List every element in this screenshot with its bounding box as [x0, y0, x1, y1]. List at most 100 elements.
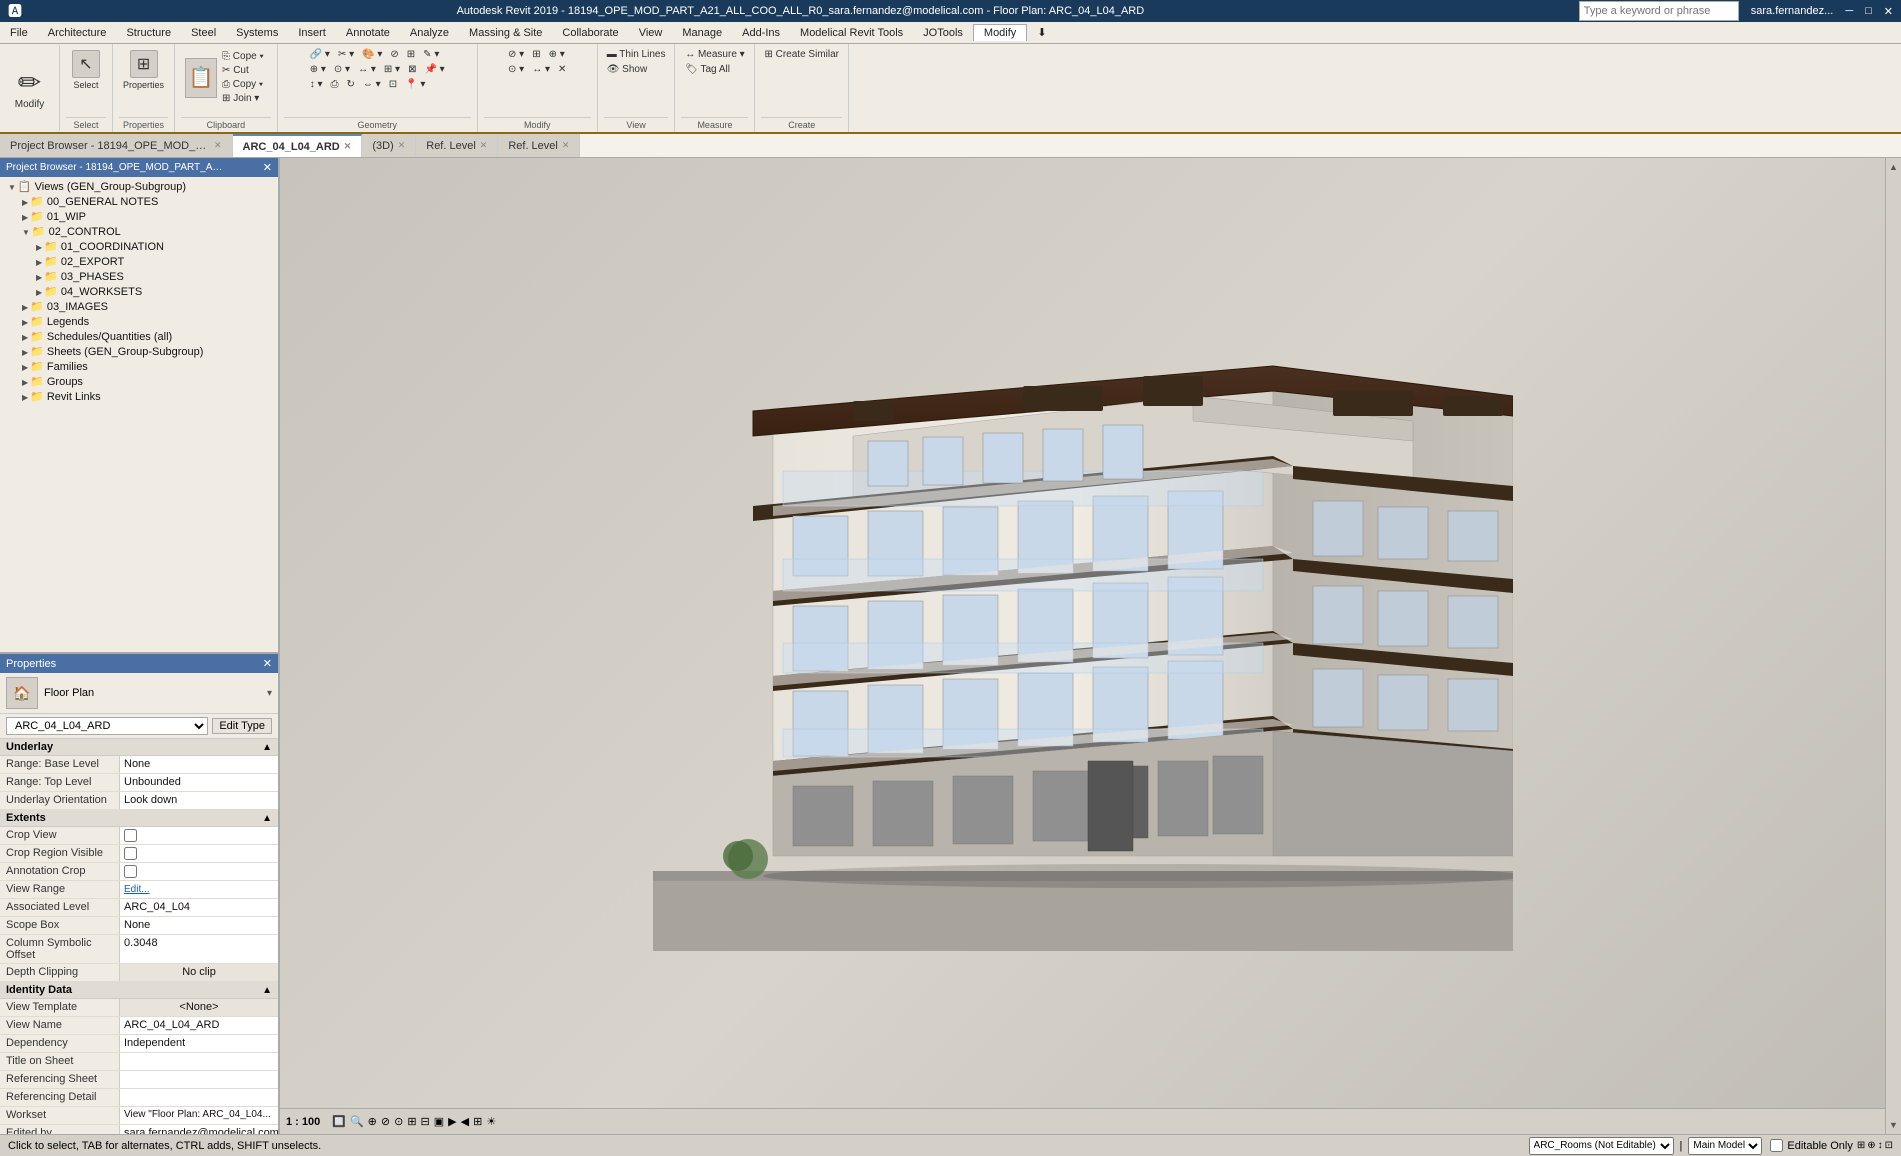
tree-item[interactable]: ▶📁02_EXPORT [0, 254, 278, 269]
tab-close-0[interactable]: ✕ [214, 140, 222, 151]
tab-close-4[interactable]: ✕ [562, 140, 570, 151]
crop-view-checkbox[interactable] [124, 829, 137, 842]
menu-item-massing--site[interactable]: Massing & Site [459, 25, 552, 41]
view-control-5[interactable]: ⊙ [394, 1115, 403, 1128]
trim-btn[interactable]: ⊕ ▾ [307, 63, 329, 76]
viewport[interactable]: 1 : 100 🔲 🔍 ⊕ ⊘ ⊙ ⊞ ⊟ ▣ ▶ ◀ ⊞ ☀ [280, 158, 1885, 1134]
tree-item[interactable]: ▶📁Legends [0, 314, 278, 329]
menu-item-jotools[interactable]: JOTools [913, 25, 973, 41]
split-btn[interactable]: ⊘ ▾ [505, 48, 527, 61]
status-icon-1[interactable]: ⊞ [1857, 1140, 1865, 1151]
tab-arc04[interactable]: ARC_04_L04_ARD ✕ [233, 134, 363, 157]
rotate-btn[interactable]: ↻ [344, 78, 358, 91]
tab-ref2[interactable]: Ref. Level ✕ [498, 134, 580, 157]
section-identity[interactable]: Identity Data ▲ [0, 982, 278, 999]
tree-item[interactable]: ▶📁Schedules/Quantities (all) [0, 329, 278, 344]
offset-btn[interactable]: ⊙ ▾ [331, 63, 353, 76]
annotation-crop-checkbox[interactable] [124, 865, 137, 878]
view-control-8[interactable]: ▣ [434, 1115, 444, 1128]
scroll-up-btn[interactable]: ▲ [1887, 160, 1900, 174]
view-control-6[interactable]: ⊞ [407, 1115, 416, 1128]
menu-item-annotate[interactable]: Annotate [336, 25, 400, 41]
editable-only-checkbox[interactable] [1770, 1139, 1783, 1152]
search-input[interactable] [1579, 1, 1739, 21]
view-control-7[interactable]: ⊟ [421, 1115, 430, 1128]
type-dropdown[interactable]: ▾ [267, 688, 272, 699]
tree-item[interactable]: ▶📁Revit Links [0, 389, 278, 404]
tree-item[interactable]: ▶📁04_WORKSETS [0, 284, 278, 299]
tree-item[interactable]: ▶📁Sheets (GEN_Group-Subgroup) [0, 344, 278, 359]
minimize-btn[interactable]: ─ [1845, 5, 1853, 17]
menu-item-modelical-revit-tools[interactable]: Modelical Revit Tools [790, 25, 913, 41]
tree-item[interactable]: ▶📁03_IMAGES [0, 299, 278, 314]
split-face-btn[interactable]: ⊘ [387, 48, 401, 61]
tab-ref1[interactable]: Ref. Level ✕ [416, 134, 498, 157]
copy-btn[interactable]: ⎙ Copy ▾ [219, 78, 267, 91]
model-dropdown[interactable]: Main Model [1688, 1137, 1762, 1155]
menu-item-collaborate[interactable]: Collaborate [552, 25, 628, 41]
tab-3d[interactable]: (3D) ✕ [362, 134, 416, 157]
tree-item[interactable]: ▶📁00_GENERAL NOTES [0, 194, 278, 209]
view-control-9[interactable]: ▶ [448, 1115, 456, 1128]
maximize-btn[interactable]: □ [1865, 5, 1872, 17]
status-icon-3[interactable]: ↕ [1878, 1140, 1883, 1151]
cut-btn[interactable]: ✂ Cut [219, 64, 267, 77]
tree-item[interactable]: ▶📁Families [0, 359, 278, 374]
trim2-btn[interactable]: ⊕ ▾ [546, 48, 568, 61]
pin-btn[interactable]: 📌 ▾ [421, 63, 447, 76]
tab-close-2[interactable]: ✕ [398, 140, 406, 151]
scroll-down-btn[interactable]: ▼ [1887, 1118, 1900, 1132]
group-btn[interactable]: ⊡ [386, 78, 400, 91]
menu-item-architecture[interactable]: Architecture [38, 25, 117, 41]
tree-item[interactable]: ▼📋Views (GEN_Group-Subgroup) [0, 179, 278, 194]
array-btn[interactable]: ⊞ ▾ [381, 63, 403, 76]
view-control-10[interactable]: ◀ [461, 1115, 469, 1128]
move-btn[interactable]: ↕ ▾ [307, 78, 326, 91]
tree-item[interactable]: ▶📁01_COORDINATION [0, 239, 278, 254]
tree-item[interactable]: ▶📁03_PHASES [0, 269, 278, 284]
mirror3-btn[interactable]: ↔ ▾ [529, 63, 553, 76]
view-control-1[interactable]: 🔲 [332, 1115, 346, 1128]
join-btn[interactable]: ⊞ Join ▾ [219, 92, 267, 105]
align-btn[interactable]: ⊞ [404, 48, 418, 61]
close-btn[interactable]: ✕ [1884, 5, 1893, 18]
tab-close-3[interactable]: ✕ [480, 140, 488, 151]
cut-geometry-btn[interactable]: ✂ ▾ [335, 48, 357, 61]
align2-btn[interactable]: ⊞ [529, 48, 543, 61]
linework-btn[interactable]: ✎ ▾ [420, 48, 442, 61]
status-icon-2[interactable]: ⊕ [1867, 1140, 1875, 1151]
copy2-btn[interactable]: ⎙ [328, 78, 342, 91]
status-icon-4[interactable]: ⊡ [1885, 1140, 1893, 1151]
tab-project-browser[interactable]: Project Browser - 18194_OPE_MOD_PART_A21… [0, 134, 233, 157]
measure-btn[interactable]: ↔ Measure ▾ [682, 48, 747, 61]
properties-close[interactable]: ✕ [263, 657, 272, 670]
section-underlay[interactable]: Underlay ▲ [0, 739, 278, 756]
create-similar-btn[interactable]: ⊞ Create Similar [761, 48, 842, 61]
offset2-btn[interactable]: ⊙ ▾ [505, 63, 527, 76]
unpin-btn[interactable]: 📍 ▾ [402, 78, 428, 91]
join-geometry-btn[interactable]: 🔗 ▾ [307, 48, 333, 61]
project-browser-close[interactable]: ✕ [263, 161, 272, 174]
paint-btn[interactable]: 🎨 ▾ [359, 48, 385, 61]
view-range-edit-btn[interactable]: Edit... [124, 884, 150, 895]
thin-lines-btn[interactable]: ▬ Thin Lines [604, 48, 669, 61]
properties-button[interactable]: ⊞ Properties [119, 48, 168, 92]
workset-dropdown[interactable]: ARC_Rooms (Not Editable) [1529, 1137, 1674, 1155]
delete-btn[interactable]: ✕ [555, 63, 569, 76]
menu-item-[interactable]: ⬇ [1027, 24, 1056, 41]
view-control-11[interactable]: ⊞ [473, 1115, 482, 1128]
view-control-3[interactable]: ⊕ [368, 1115, 377, 1128]
edit-type-button[interactable]: Edit Type [212, 718, 272, 734]
paste-button[interactable]: 📋 ⎘ Cope ▾ ✂ Cut ⎙ Copy ▾ ⊞ Join ▾ [181, 48, 271, 107]
tree-item[interactable]: ▼📁02_CONTROL [0, 224, 278, 239]
menu-item-manage[interactable]: Manage [672, 25, 732, 41]
mirror2-btn[interactable]: ⇔ ▾ [360, 78, 384, 91]
sun-path-btn[interactable]: ☀ [486, 1115, 496, 1128]
view-control-4[interactable]: ⊘ [381, 1115, 390, 1128]
menu-item-steel[interactable]: Steel [181, 25, 226, 41]
view-dropdown[interactable]: ARC_04_L04_ARD [6, 717, 208, 735]
mirror-btn[interactable]: ↔ ▾ [355, 63, 379, 76]
tree-item[interactable]: ▶📁Groups [0, 374, 278, 389]
menu-item-file[interactable]: File [0, 25, 38, 41]
menu-item-view[interactable]: View [629, 25, 673, 41]
